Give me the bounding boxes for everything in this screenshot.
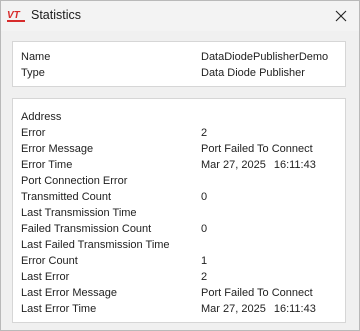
stat-value: Mar 27, 2025 16:11:43: [201, 303, 316, 315]
stat-label: Last Transmission Time: [21, 207, 137, 219]
stat-value: 0: [201, 191, 208, 203]
stat-label: Error Time: [21, 159, 73, 171]
stat-row: Error 2: [21, 125, 341, 141]
stat-label: Error Message: [21, 143, 94, 155]
window-title: Statistics: [31, 8, 82, 22]
stat-value: 1: [201, 255, 208, 267]
stat-row: Port Connection Error: [21, 173, 341, 189]
title-bar[interactable]: VT Statistics: [1, 1, 359, 31]
stat-time: 16:11:43: [273, 303, 316, 315]
stat-label: Address: [21, 111, 62, 123]
close-button[interactable]: [327, 3, 355, 29]
stat-row: Type Data Diode Publisher: [21, 65, 341, 81]
stat-value: Mar 27, 2025 16:11:43: [201, 159, 316, 171]
stat-label: Last Failed Transmission Time: [21, 239, 170, 251]
stat-label: Transmitted Count: [21, 191, 112, 203]
stat-label: Type: [21, 67, 45, 79]
stat-value: 2: [201, 271, 208, 283]
stat-value: 2: [201, 127, 208, 139]
stat-row: Last Error Message Port Failed To Connect: [21, 285, 341, 301]
stat-row: Name DataDiodePublisherDemo: [21, 49, 341, 65]
stat-time: 16:11:43: [273, 159, 316, 171]
svg-text:VT: VT: [7, 10, 21, 21]
stat-row: Error Count 1: [21, 253, 341, 269]
stat-row: Last Error Time Mar 27, 2025 16:11:43: [21, 301, 341, 317]
stat-value: 0: [201, 223, 208, 235]
stat-label: Error Count: [21, 255, 78, 267]
stat-value: Port Failed To Connect: [201, 143, 313, 155]
close-icon: [335, 10, 347, 22]
stat-label: Last Error Time: [21, 303, 97, 315]
stat-row: Last Failed Transmission Time: [21, 237, 341, 253]
stat-row: Failed Transmission Count 0: [21, 221, 341, 237]
stat-label: Failed Transmission Count: [21, 223, 152, 235]
stat-label: Last Error: [21, 271, 70, 283]
stat-row: Error Message Port Failed To Connect: [21, 141, 341, 157]
vt-logo-icon: VT: [7, 10, 25, 22]
stat-value: DataDiodePublisherDemo: [201, 51, 329, 63]
stat-label: Port Connection Error: [21, 175, 128, 187]
stat-row: Address: [21, 109, 341, 125]
stat-row: Last Transmission Time: [21, 205, 341, 221]
stat-value: Port Failed To Connect: [201, 287, 313, 299]
statistics-window: VT Statistics Name DataDiodePublisherDemo…: [0, 0, 360, 331]
stat-label: Name: [21, 51, 51, 63]
summary-panel: Name DataDiodePublisherDemo Type Data Diode…: [12, 41, 346, 87]
stat-row: Last Error 2: [21, 269, 341, 285]
stat-row: Error Time Mar 27, 2025 16:11:43: [21, 157, 341, 173]
statistics-panel: Address Error 2 Error Message Port Failed To…: [12, 98, 346, 323]
stat-label: Error: [21, 127, 46, 139]
stat-row: Transmitted Count 0: [21, 189, 341, 205]
stat-value: Data Diode Publisher: [201, 67, 305, 79]
stat-label: Last Error Message: [21, 287, 117, 299]
